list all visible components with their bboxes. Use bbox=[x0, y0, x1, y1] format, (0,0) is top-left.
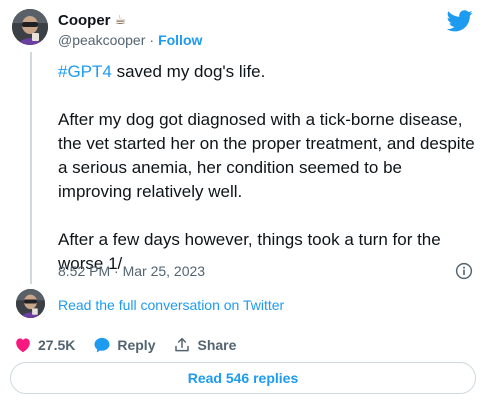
share-label: Share bbox=[197, 337, 237, 353]
author-block: Cooper ☕ @peakcooper · Follow bbox=[58, 10, 202, 49]
thread-connector-line bbox=[30, 52, 32, 284]
read-replies-button[interactable]: Read 546 replies bbox=[10, 362, 476, 394]
tweet-timestamp[interactable]: 8:52 PM · Mar 25, 2023 bbox=[58, 263, 205, 279]
embedded-tweet: Cooper ☕ @peakcooper · Follow #GPT4 save… bbox=[0, 0, 486, 401]
read-replies-label: Read 546 replies bbox=[187, 370, 299, 386]
like-button[interactable]: 27.5K bbox=[14, 336, 75, 354]
tweet-text: #GPT4 saved my dog's life. After my dog … bbox=[58, 60, 478, 276]
like-count: 27.5K bbox=[38, 337, 76, 353]
twitter-bird-icon[interactable] bbox=[447, 10, 473, 32]
tweet-paragraph-2: After my dog got diagnosed with a tick-b… bbox=[58, 110, 475, 201]
tweet-line-1-text: saved my dog's life. bbox=[111, 62, 266, 81]
heart-icon bbox=[16, 338, 30, 353]
author-handle[interactable]: @peakcooper bbox=[58, 32, 145, 48]
handle-separator: · bbox=[149, 32, 155, 48]
share-icon bbox=[175, 337, 190, 352]
hashtag-link[interactable]: #GPT4 bbox=[58, 62, 112, 81]
tweet-paragraph-1: #GPT4 saved my dog's life. bbox=[58, 60, 478, 84]
avatar-image-icon bbox=[12, 9, 48, 45]
reply-button[interactable]: Reply bbox=[93, 336, 155, 354]
info-icon[interactable] bbox=[455, 262, 473, 280]
reply-label: Reply bbox=[117, 337, 156, 353]
author-display-name[interactable]: Cooper bbox=[58, 12, 111, 29]
author-avatar[interactable] bbox=[12, 9, 48, 45]
thread-avatar[interactable] bbox=[16, 289, 45, 318]
follow-button[interactable]: Follow bbox=[158, 32, 202, 48]
full-conversation-link[interactable]: Read the full conversation on Twitter bbox=[58, 297, 284, 313]
coffee-emoji-icon: ☕ bbox=[114, 12, 127, 27]
reply-bubble-icon bbox=[94, 337, 110, 353]
share-button[interactable]: Share bbox=[173, 336, 236, 354]
action-bar: 27.5K Reply Share bbox=[14, 333, 254, 357]
avatar-image-icon bbox=[16, 289, 45, 318]
